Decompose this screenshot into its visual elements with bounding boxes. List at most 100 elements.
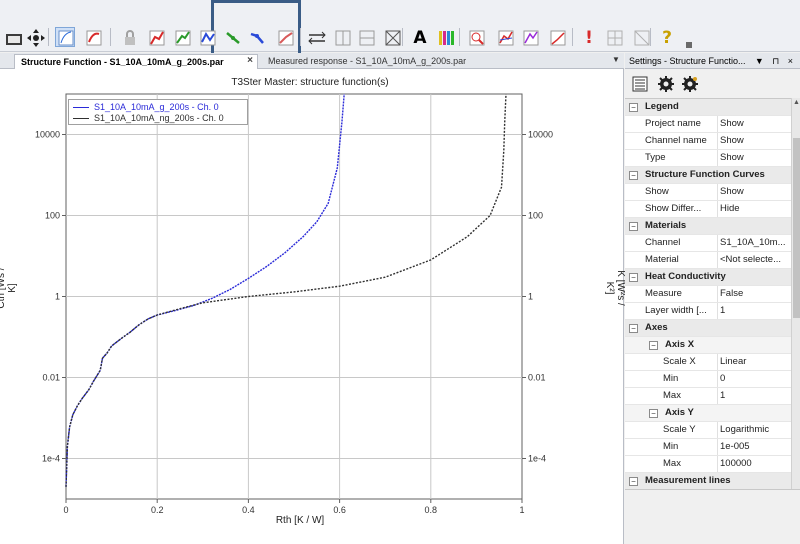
crossbox-icon[interactable] [382, 27, 402, 47]
property-value[interactable]: Linear [717, 354, 789, 370]
range-arrows-icon[interactable] [306, 27, 326, 47]
property-value[interactable]: <Not selecte... [717, 252, 789, 268]
pan-move-icon[interactable] [25, 27, 45, 47]
property-category[interactable]: − Measurement lines [625, 473, 791, 490]
property-row[interactable]: Layer width [... 1 [625, 303, 791, 320]
legend-swatch [73, 107, 89, 109]
property-name: Type [645, 152, 666, 163]
gear-settings-icon[interactable] [657, 75, 675, 93]
text-font-icon[interactable]: A [410, 27, 430, 48]
collapse-icon[interactable]: − [629, 222, 638, 231]
collapse-icon[interactable]: − [629, 171, 638, 180]
property-row[interactable]: Show Show [625, 184, 791, 201]
property-row[interactable]: Min 1e-005 [625, 439, 791, 456]
property-name: Channel [645, 237, 681, 248]
toolbar-overflow-handle[interactable] [686, 42, 692, 48]
scroll-up-icon[interactable]: ▲ [792, 98, 800, 107]
property-subcategory[interactable]: − Axis Y [625, 405, 791, 422]
reload-red-icon[interactable] [83, 27, 103, 47]
tab-measured-response[interactable]: Measured response - S1_10A_10mA_g_200s.p… [262, 54, 508, 69]
property-category[interactable]: − Axes [625, 320, 791, 337]
property-value[interactable]: 1e-005 [717, 439, 789, 455]
property-row[interactable]: Material <Not selecte... [625, 252, 791, 269]
property-subcategory[interactable]: − Axis X [625, 337, 791, 354]
blue-curve-icon[interactable] [197, 27, 217, 47]
property-value[interactable]: Logarithmic [717, 422, 789, 438]
property-value[interactable]: Show [717, 116, 789, 132]
property-value[interactable]: False [717, 286, 789, 302]
red-curve-icon[interactable] [146, 27, 166, 47]
toolbar-separator [572, 28, 573, 46]
property-name: Axis Y [665, 407, 694, 418]
scroll-thumb[interactable] [793, 138, 800, 318]
property-grid-scrollbar[interactable]: ▲ ▼ [791, 98, 800, 544]
curves-red-icon[interactable] [495, 27, 515, 47]
chart-legend: S1_10A_10mA_g_200s - Ch. 0 S1_10A_10mA_n… [68, 99, 248, 125]
panel-window-buttons[interactable]: ▼ ⊓ × [755, 53, 796, 69]
green-curve-icon[interactable] [172, 27, 192, 47]
property-row[interactable]: Min 0 [625, 371, 791, 388]
disabled-box-icon[interactable] [631, 27, 651, 47]
tab-structure-function[interactable]: Structure Function - S1_10A_10mA_g_200s.… [14, 54, 258, 69]
color-bars-icon[interactable] [435, 27, 455, 47]
collapse-icon[interactable]: − [649, 409, 658, 418]
property-row[interactable]: Max 100000 [625, 456, 791, 473]
settings-panel: Settings - Structure Functio... ▼ ⊓ × − L… [625, 53, 800, 544]
property-category[interactable]: − Structure Function Curves [625, 167, 791, 184]
grid-vertical-icon[interactable] [332, 27, 352, 47]
collapse-icon[interactable]: − [629, 477, 638, 486]
property-category[interactable]: − Heat Conductivity [625, 269, 791, 286]
property-name: Materials [645, 220, 687, 231]
grid-horizontal-icon[interactable] [356, 27, 376, 47]
y-tick-label-left: 1e-4 [42, 454, 60, 464]
cursor-chart-icon[interactable] [55, 27, 75, 47]
zoom-fit-icon[interactable] [466, 27, 486, 47]
property-value[interactable]: Hide [717, 201, 789, 217]
close-icon[interactable]: × [244, 54, 256, 68]
help-icon[interactable]: ? [657, 27, 677, 48]
toolbar-separator [48, 28, 49, 46]
property-row[interactable]: Type Show [625, 150, 791, 167]
categorized-view-icon[interactable] [631, 75, 649, 93]
open-folder-icon[interactable] [3, 27, 23, 47]
chart-panel[interactable]: 0 0.2 0.4 0.6 0.8 1 1e-4 1e-4 0.01 0.01 1 1 100 100 10… [0, 69, 626, 544]
collapse-icon[interactable]: − [629, 324, 638, 333]
gear-advanced-icon[interactable] [681, 75, 699, 93]
blue-step-icon[interactable] [247, 27, 267, 47]
property-value[interactable]: Show [717, 150, 789, 166]
structure-function-chart[interactable]: 0 0.2 0.4 0.6 0.8 1 1e-4 1e-4 0.01 0.01 1 1 100 100 10… [0, 69, 624, 544]
property-row[interactable]: Max 1 [625, 388, 791, 405]
curve-green-icon[interactable] [547, 27, 567, 47]
collapse-icon[interactable]: − [649, 341, 658, 350]
property-row[interactable]: Show Differ... Hide [625, 201, 791, 218]
property-name: Heat Conductivity [645, 271, 726, 282]
tab-list-dropdown-icon[interactable]: ▼ [612, 55, 620, 64]
property-value[interactable]: 1 [717, 303, 789, 319]
green-step-icon[interactable] [223, 27, 243, 47]
property-value[interactable]: 0 [717, 371, 789, 387]
red-step-icon[interactable] [275, 27, 295, 47]
property-category[interactable]: − Materials [625, 218, 791, 235]
property-category[interactable]: − Legend [625, 99, 791, 116]
property-row[interactable]: Channel S1_10A_10m... [625, 235, 791, 252]
lock-icon[interactable] [119, 27, 139, 47]
property-grid[interactable]: − Legend Project name Show Channel name Show T… [625, 98, 791, 544]
x-axis-label: Rth [K / W] [275, 515, 325, 526]
property-value[interactable]: Show [717, 184, 789, 200]
property-value[interactable]: 100000 [717, 456, 789, 472]
property-value[interactable]: Show [717, 133, 789, 149]
property-row[interactable]: Project name Show [625, 116, 791, 133]
app-window: A!? Structure Function - S1_10A_10mA_g_2… [0, 0, 800, 544]
curves-purple-icon[interactable] [520, 27, 540, 47]
alert-icon[interactable]: ! [579, 27, 599, 48]
property-row[interactable]: Measure False [625, 286, 791, 303]
disabled-grid-icon[interactable] [604, 27, 624, 47]
property-value[interactable]: 1 [717, 388, 789, 404]
property-row[interactable]: Scale Y Logarithmic [625, 422, 791, 439]
collapse-icon[interactable]: − [629, 103, 638, 112]
property-row[interactable]: Scale X Linear [625, 354, 791, 371]
collapse-icon[interactable]: − [629, 273, 638, 282]
y-tick-label-right: 0.01 [528, 373, 546, 383]
property-row[interactable]: Channel name Show [625, 133, 791, 150]
property-value[interactable]: S1_10A_10m... [717, 235, 789, 251]
